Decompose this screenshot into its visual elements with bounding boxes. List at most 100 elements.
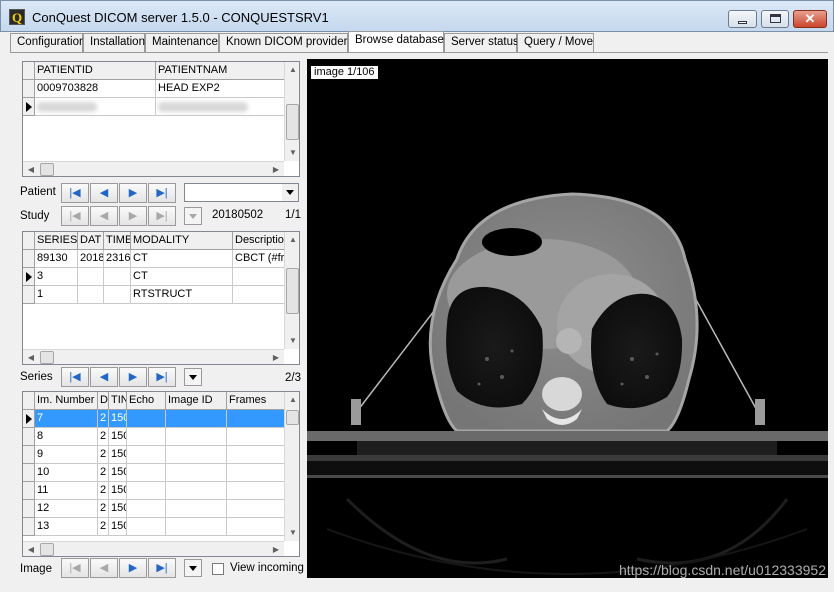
series-next-button[interactable]: ▶ [119, 367, 147, 387]
scroll-right-icon[interactable]: ▶ [268, 350, 284, 364]
scroll-down-icon[interactable]: ▼ [285, 333, 299, 349]
tab-browse-database[interactable]: Browse database [348, 31, 444, 52]
series-last-button[interactable]: ▶| [148, 367, 176, 387]
vertical-scrollbar[interactable]: ▲ ▼ [284, 232, 299, 349]
scroll-thumb[interactable] [40, 351, 54, 364]
tab-query-move[interactable]: Query / Move [517, 33, 594, 52]
study-last-button[interactable]: ▶| [148, 206, 176, 226]
series-dropdown-button[interactable] [184, 368, 202, 386]
vertical-scrollbar[interactable]: ▲ ▼ [284, 392, 299, 541]
series-date-cell: 2018 [78, 250, 104, 268]
column-header-description[interactable]: Descriptio [233, 232, 285, 250]
scroll-thumb[interactable] [286, 268, 299, 314]
table-row[interactable]: 92150 [23, 446, 285, 464]
image-next-button[interactable]: ▶ [119, 558, 147, 578]
column-header-modality[interactable]: MODALITY [131, 232, 233, 250]
study-next-button[interactable]: ▶ [119, 206, 147, 226]
horizontal-scrollbar[interactable]: ◀ ▶ [23, 541, 284, 556]
title-bar[interactable]: Q ConQuest DICOM server 1.5.0 - CONQUEST… [0, 0, 834, 32]
scroll-up-icon[interactable]: ▲ [285, 392, 299, 408]
series-first-button[interactable]: |◀ [61, 367, 89, 387]
scroll-thumb[interactable] [286, 104, 299, 140]
column-header-echo[interactable]: Echo [127, 392, 166, 410]
table-row[interactable]: 3 CT [23, 268, 285, 286]
vertical-scrollbar[interactable]: ▲ ▼ [284, 62, 299, 161]
scroll-left-icon[interactable]: ◀ [23, 542, 39, 556]
column-header-date[interactable]: DAT [78, 232, 104, 250]
tab-configuration[interactable]: Configuration [10, 33, 85, 52]
patient-prev-button[interactable]: ◀ [90, 183, 118, 203]
column-header-series[interactable]: SERIES [35, 232, 78, 250]
scroll-left-icon[interactable]: ◀ [23, 162, 39, 176]
patient-combo[interactable] [184, 183, 299, 202]
table-row[interactable]: 89130 2018 2316 CT CBCT (#fr [23, 250, 285, 268]
column-header-image-number[interactable]: Im. Number [35, 392, 98, 410]
view-incoming-checkbox[interactable] [212, 563, 224, 575]
image-date-cell: 2 [98, 410, 109, 428]
image-dropdown-button[interactable] [184, 559, 202, 577]
study-first-button[interactable]: |◀ [61, 206, 89, 226]
tab-maintenance[interactable]: Maintenance [145, 33, 219, 52]
study-nav-label: Study [20, 210, 50, 222]
tab-server-status[interactable]: Server status [444, 33, 519, 52]
patient-first-button[interactable]: |◀ [61, 183, 89, 203]
series-grid[interactable]: SERIES DAT TIME MODALITY Descriptio 8913… [22, 231, 300, 365]
patient-last-button[interactable]: ▶| [148, 183, 176, 203]
table-row[interactable]: 0009703828 HEAD EXP2 [23, 80, 285, 98]
column-header-date[interactable]: D [98, 392, 109, 410]
column-header-image-id[interactable]: Image ID [166, 392, 227, 410]
minimize-button[interactable] [728, 10, 757, 28]
close-button[interactable]: ✕ [793, 10, 827, 28]
tab-installation[interactable]: Installation [83, 33, 145, 52]
image-number-cell: 11 [35, 482, 98, 500]
series-position: 2/3 [285, 372, 301, 384]
patient-name-cell: HEAD EXP2 [156, 80, 285, 98]
scroll-thumb[interactable] [40, 163, 54, 176]
table-row[interactable]: 72150 [23, 410, 285, 428]
scroll-down-icon[interactable]: ▼ [285, 525, 299, 541]
image-last-button[interactable]: ▶| [148, 558, 176, 578]
image-prev-button[interactable]: ◀ [90, 558, 118, 578]
scroll-up-icon[interactable]: ▲ [285, 62, 299, 78]
tab-known-dicom-providers[interactable]: Known DICOM providers [219, 33, 353, 52]
table-row[interactable]: 132150 [23, 518, 285, 536]
scroll-down-icon[interactable]: ▼ [285, 145, 299, 161]
series-modality-cell: RTSTRUCT [131, 286, 233, 304]
maximize-button[interactable] [761, 10, 789, 28]
column-header-time[interactable]: TIN [109, 392, 127, 410]
study-prev-button[interactable]: ◀ [90, 206, 118, 226]
image-grid[interactable]: Im. Number D TIN Echo Image ID Frames 72… [22, 391, 300, 557]
series-prev-button[interactable]: ◀ [90, 367, 118, 387]
series-number-cell: 1 [35, 286, 78, 304]
redacted-cell [35, 98, 156, 116]
table-row[interactable]: 112150 [23, 482, 285, 500]
column-header-time[interactable]: TIME [104, 232, 131, 250]
table-row[interactable] [23, 98, 285, 116]
scroll-right-icon[interactable]: ▶ [268, 162, 284, 176]
image-echo-cell [127, 500, 166, 518]
table-row[interactable]: 82150 [23, 428, 285, 446]
scroll-right-icon[interactable]: ▶ [268, 542, 284, 556]
scroll-thumb[interactable] [40, 543, 54, 556]
column-header-frames[interactable]: Frames [227, 392, 285, 410]
image-first-button[interactable]: |◀ [61, 558, 89, 578]
column-header-patientid[interactable]: PATIENTID [35, 62, 156, 80]
image-time-cell: 150 [109, 428, 127, 446]
column-header-patientname[interactable]: PATIENTNAM [156, 62, 285, 80]
horizontal-scrollbar[interactable]: ◀ ▶ [23, 349, 284, 364]
table-row[interactable]: 1 RTSTRUCT [23, 286, 285, 304]
scroll-left-icon[interactable]: ◀ [23, 350, 39, 364]
dicom-image-viewer[interactable]: image 1/106 https://blog.csdn.net/u01233… [307, 59, 828, 578]
patient-next-button[interactable]: ▶ [119, 183, 147, 203]
patient-grid[interactable]: PATIENTID PATIENTNAM 0009703828 HEAD EXP… [22, 61, 300, 177]
series-date-cell [78, 268, 104, 286]
chevron-down-icon[interactable] [282, 184, 298, 201]
table-row[interactable]: 102150 [23, 464, 285, 482]
scroll-thumb[interactable] [286, 410, 299, 425]
image-frames-cell [227, 518, 285, 536]
study-dropdown-button[interactable] [184, 207, 202, 225]
table-row[interactable]: 122150 [23, 500, 285, 518]
image-time-cell: 150 [109, 410, 127, 428]
horizontal-scrollbar[interactable]: ◀ ▶ [23, 161, 284, 176]
scroll-up-icon[interactable]: ▲ [285, 232, 299, 248]
